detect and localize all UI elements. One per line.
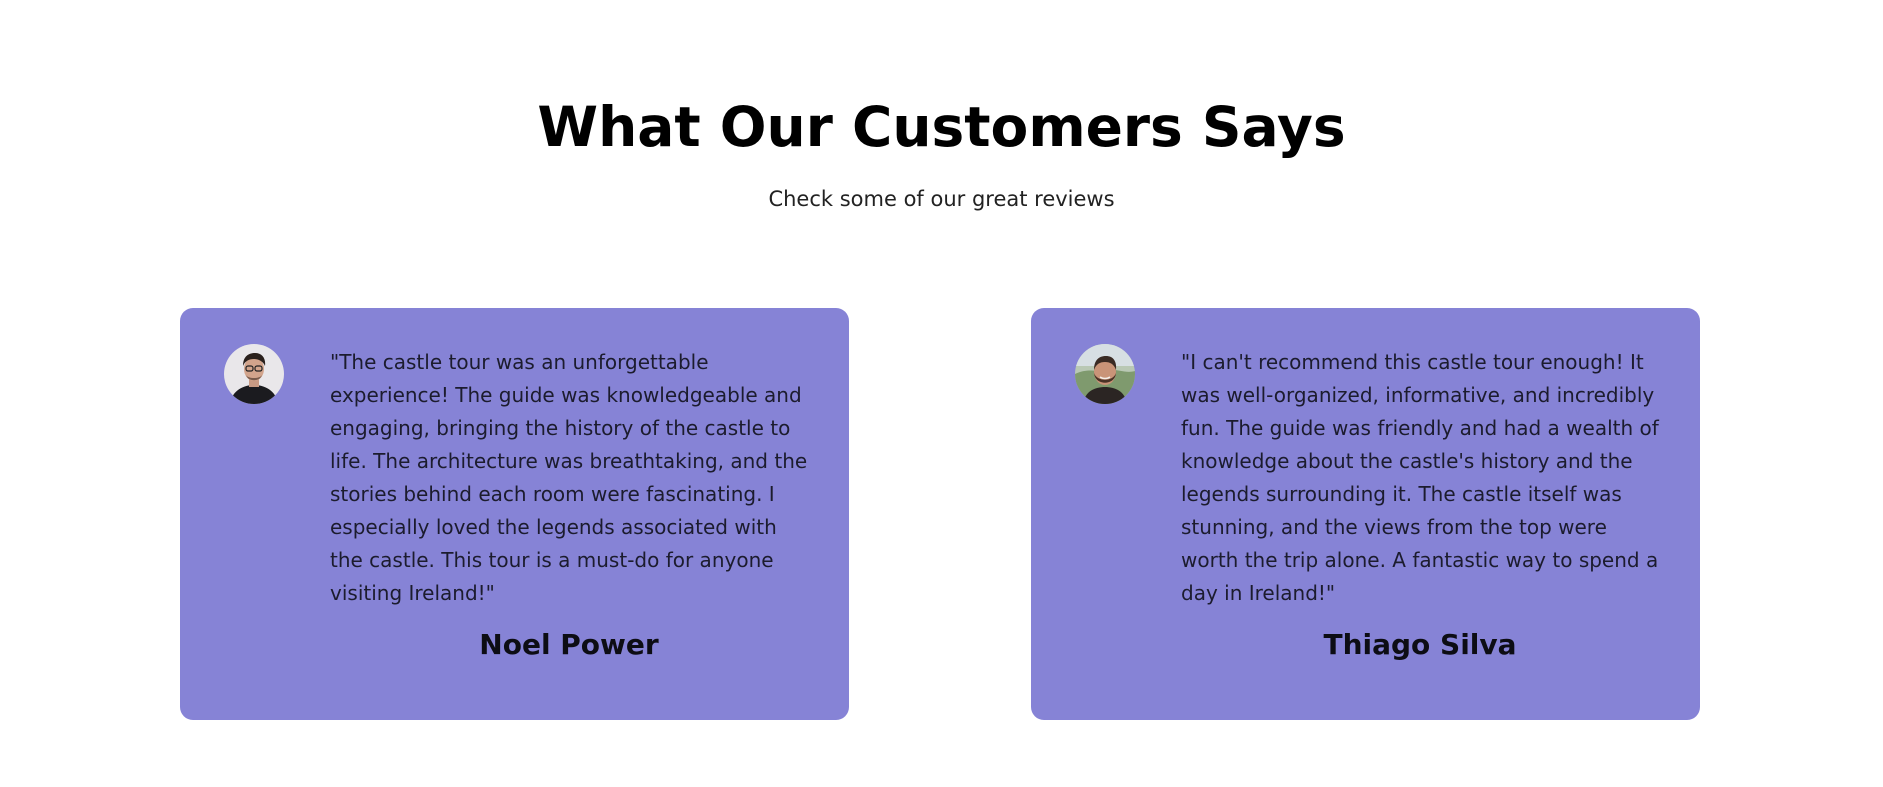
section-title: What Our Customers Says bbox=[537, 95, 1346, 159]
testimonials-section: What Our Customers Says Check some of ou… bbox=[0, 0, 1883, 787]
review-card: "The castle tour was an unforgettable ex… bbox=[180, 308, 849, 720]
section-subtitle: Check some of our great reviews bbox=[768, 187, 1115, 211]
review-quote: "The castle tour was an unforgettable ex… bbox=[330, 350, 808, 605]
person-avatar-icon bbox=[224, 344, 284, 404]
reviewer-name: Thiago Silva bbox=[1323, 628, 1517, 661]
person-avatar-icon bbox=[1075, 344, 1135, 404]
reviewer-avatar bbox=[1075, 344, 1135, 404]
reviewer-avatar bbox=[224, 344, 284, 404]
review-quote: "I can't recommend this castle tour enou… bbox=[1181, 350, 1659, 605]
reviewer-name: Noel Power bbox=[479, 628, 659, 661]
review-card: "I can't recommend this castle tour enou… bbox=[1031, 308, 1700, 720]
